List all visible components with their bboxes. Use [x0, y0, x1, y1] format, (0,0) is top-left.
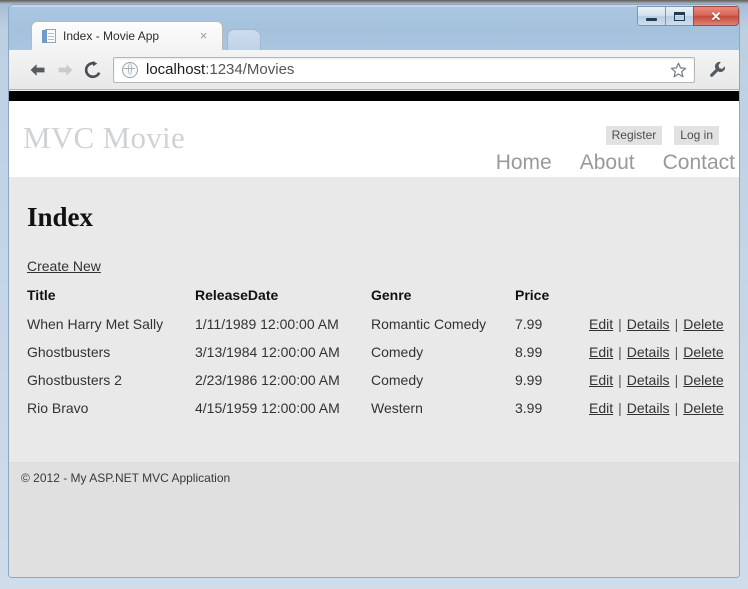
forward-arrow-icon — [58, 63, 72, 76]
back-button[interactable] — [23, 56, 51, 84]
cell-genre: Comedy — [371, 344, 424, 360]
cell-price: 8.99 — [515, 344, 543, 360]
browser-menu-button[interactable] — [703, 56, 733, 84]
browser-window: ✕ Index - Movie App × localhost:1234/Mov… — [0, 0, 748, 589]
site-nav: Home About Contact — [496, 151, 735, 175]
login-link[interactable]: Log in — [674, 126, 719, 145]
cell-release: 1/11/1989 12:00:00 AM — [195, 316, 339, 332]
cell-title: Ghostbusters 2 — [27, 372, 122, 388]
delete-link[interactable]: Delete — [683, 372, 723, 388]
tab-title: Index - Movie App — [63, 29, 160, 43]
account-links: Register Log in — [605, 126, 719, 145]
details-link[interactable]: Details — [627, 344, 670, 360]
column-header-genre: Genre — [371, 287, 412, 303]
site-footer: © 2012 - My ASP.NET MVC Application — [9, 462, 739, 577]
cell-release: 3/13/1984 12:00:00 AM — [195, 344, 340, 360]
page-icon — [42, 28, 56, 44]
register-link[interactable]: Register — [605, 126, 663, 145]
table-row: When Harry Met Sally 1/11/1989 12:00:00 … — [27, 312, 739, 340]
action-separator: | — [618, 344, 622, 360]
table-header-row: Title ReleaseDate Genre Price — [27, 287, 739, 312]
action-separator: | — [674, 316, 679, 332]
table-row: Ghostbusters 3/13/1984 12:00:00 AM Comed… — [27, 340, 739, 368]
globe-icon — [122, 61, 138, 78]
page-viewport: MVC Movie Register Log in Home About Con… — [9, 91, 739, 577]
cell-price: 3.99 — [515, 400, 543, 416]
reload-icon — [84, 60, 101, 78]
forward-button[interactable] — [51, 56, 79, 84]
details-link[interactable]: Details — [627, 316, 670, 332]
column-header-price: Price — [515, 287, 550, 303]
action-separator: | — [618, 316, 622, 332]
tab-strip: Index - Movie App × — [9, 21, 739, 50]
table-row: Rio Bravo 4/15/1959 12:00:00 AM Western … — [27, 396, 739, 424]
address-bar-text: localhost:1234/Movies — [146, 61, 294, 78]
cell-title: Rio Bravo — [27, 400, 89, 416]
action-separator: | — [674, 344, 679, 360]
address-bar[interactable]: localhost:1234/Movies — [113, 56, 695, 83]
bookmark-button[interactable] — [669, 61, 688, 80]
column-header-actions — [561, 287, 739, 312]
back-arrow-icon — [30, 63, 44, 76]
cell-price: 7.99 — [515, 316, 543, 332]
action-separator: | — [618, 400, 622, 416]
browser-window-inner: ✕ Index - Movie App × localhost:1234/Mov… — [8, 4, 740, 578]
edit-link[interactable]: Edit — [589, 372, 613, 388]
page-content: Index Create New Title ReleaseDate Genre… — [9, 177, 739, 462]
address-host: localhost — [146, 61, 206, 78]
new-tab-button[interactable] — [227, 29, 261, 50]
column-header-title: Title — [27, 287, 56, 303]
cell-actions: Edit | Details | Delete — [561, 368, 739, 396]
cell-price: 9.99 — [515, 372, 543, 388]
cell-actions: Edit | Details | Delete — [561, 396, 739, 424]
delete-link[interactable]: Delete — [683, 344, 723, 360]
cell-genre: Romantic Comedy — [371, 316, 487, 332]
tab-index-movie-app[interactable]: Index - Movie App × — [31, 21, 223, 50]
maximize-icon — [674, 11, 685, 21]
site-top-band — [9, 91, 739, 101]
action-separator: | — [618, 372, 622, 388]
edit-link[interactable]: Edit — [589, 316, 613, 332]
browser-toolbar: localhost:1234/Movies — [9, 50, 739, 90]
site-brand[interactable]: MVC Movie — [23, 120, 185, 156]
table-header: Title ReleaseDate Genre Price — [27, 287, 739, 312]
table-row: Ghostbusters 2 2/23/1986 12:00:00 AM Com… — [27, 368, 739, 396]
movies-table: Title ReleaseDate Genre Price When Harry… — [27, 287, 739, 424]
nav-link-contact[interactable]: Contact — [663, 151, 735, 175]
cell-actions: Edit | Details | Delete — [561, 340, 739, 368]
column-header-release: ReleaseDate — [195, 287, 279, 303]
cell-actions: Edit | Details | Delete — [561, 312, 739, 340]
cell-release: 4/15/1959 12:00:00 AM — [195, 400, 340, 416]
cell-genre: Western — [371, 400, 423, 416]
cell-title: Ghostbusters — [27, 344, 111, 360]
delete-link[interactable]: Delete — [683, 316, 723, 332]
table-body: When Harry Met Sally 1/11/1989 12:00:00 … — [27, 312, 739, 424]
cell-release: 2/23/1986 12:00:00 AM — [195, 372, 340, 388]
nav-link-about[interactable]: About — [580, 151, 635, 175]
cell-genre: Comedy — [371, 372, 424, 388]
star-icon — [670, 62, 687, 78]
tab-close-icon[interactable]: × — [197, 29, 210, 42]
wrench-icon — [710, 61, 726, 77]
action-separator: | — [674, 400, 679, 416]
title-bar-highlight — [9, 5, 739, 7]
edit-link[interactable]: Edit — [589, 400, 613, 416]
action-separator: | — [674, 372, 679, 388]
reload-button[interactable] — [79, 56, 107, 84]
footer-copyright: © 2012 - My ASP.NET MVC Application — [21, 471, 231, 485]
details-link[interactable]: Details — [627, 372, 670, 388]
delete-link[interactable]: Delete — [683, 400, 723, 416]
nav-link-home[interactable]: Home — [496, 151, 552, 175]
edit-link[interactable]: Edit — [589, 344, 613, 360]
page-title: Index — [27, 202, 94, 232]
cell-title: When Harry Met Sally — [27, 316, 164, 332]
site-header: MVC Movie Register Log in Home About Con… — [9, 101, 739, 177]
address-path: :1234/Movies — [205, 61, 295, 78]
details-link[interactable]: Details — [627, 400, 670, 416]
create-new-link[interactable]: Create New — [27, 258, 101, 274]
